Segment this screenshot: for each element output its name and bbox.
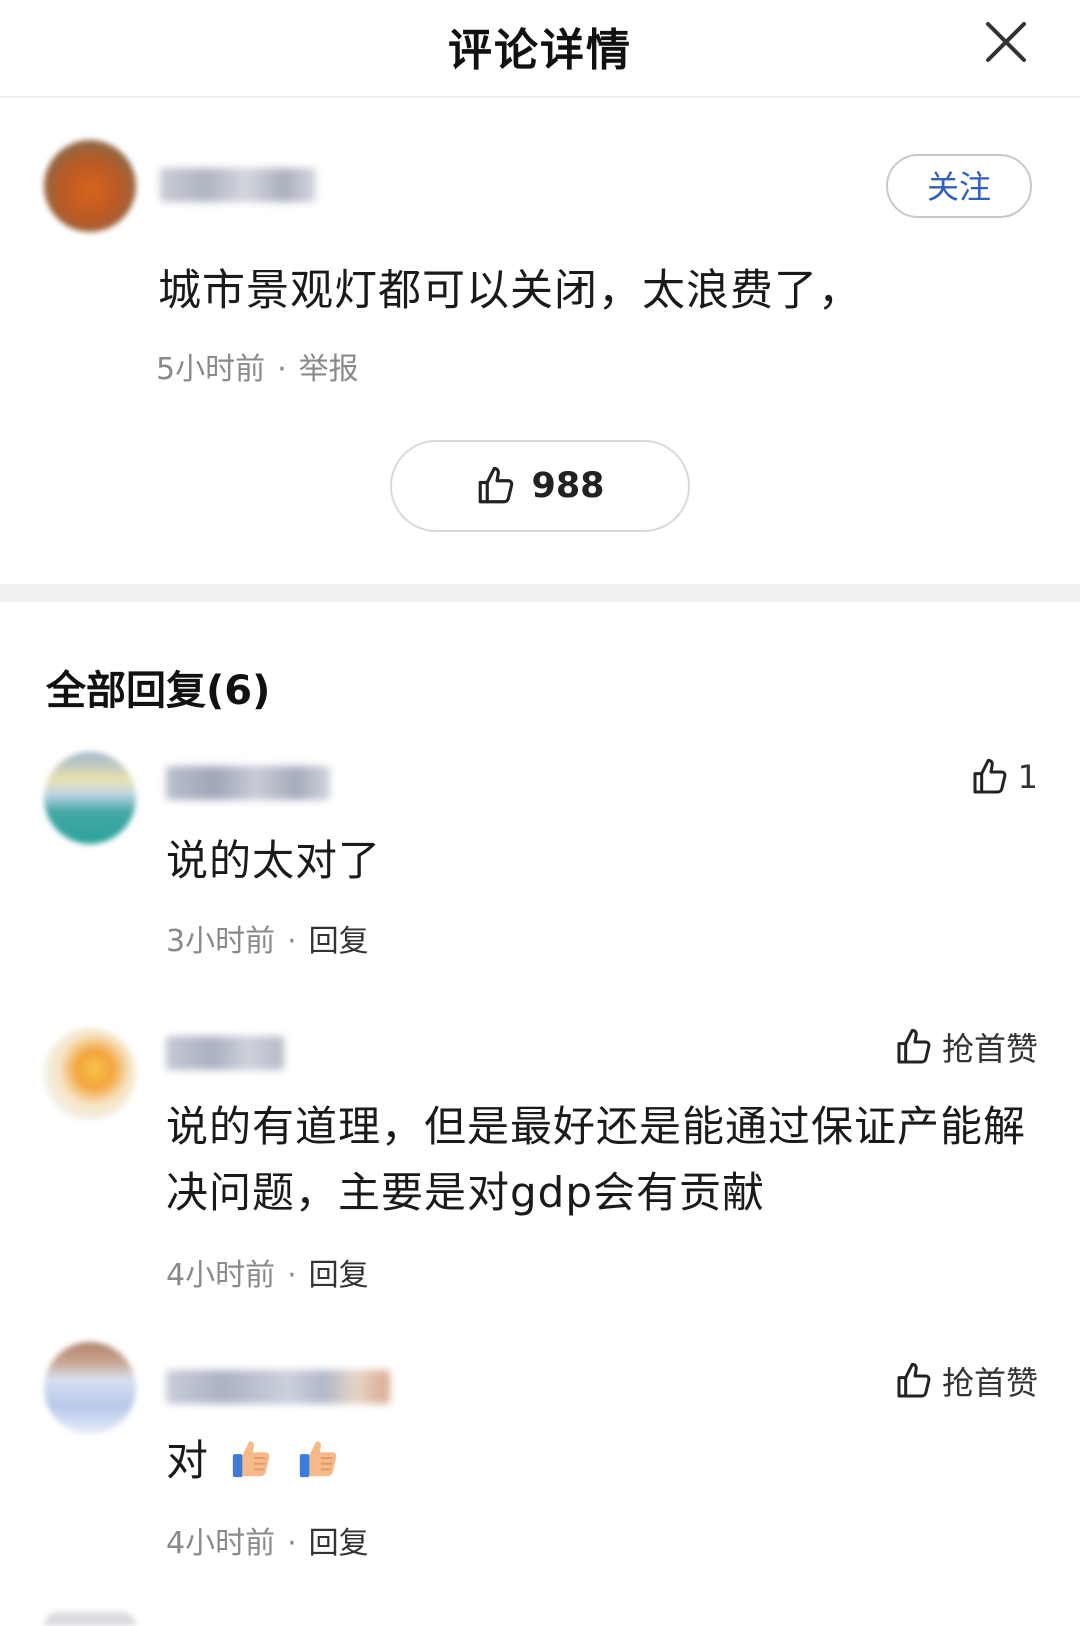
username-blurred[interactable] (166, 1036, 284, 1070)
avatar[interactable] (44, 140, 136, 232)
reply-link[interactable]: 回复 (309, 1258, 369, 1293)
username-blurred[interactable] (160, 168, 316, 202)
reply-text: 说的太对了 (166, 836, 382, 885)
reply-link[interactable]: 回复 (309, 924, 369, 959)
thumbs-up-icon (970, 757, 1010, 797)
avatar[interactable] (44, 1028, 136, 1120)
reply-like-button[interactable]: 1 (970, 757, 1038, 797)
reply-text: 说的有道理，但是最好还是能通过保证产能解决问题，主要是对gdp会有贡献 (166, 1102, 1027, 1217)
comment-time: 5小时前 (156, 352, 266, 387)
thumbs-up-icon (894, 1361, 934, 1401)
meta-separator: · (287, 1526, 297, 1561)
thumbs-up-emoji-icon (296, 1434, 342, 1480)
avatar[interactable] (44, 1612, 136, 1626)
username-blurred[interactable] (166, 1370, 390, 1404)
avatar[interactable] (44, 752, 136, 844)
reply-time: 4小时前 (166, 1258, 276, 1293)
thumbs-up-icon (894, 1027, 934, 1067)
comment-meta: 5小时前 · 举报 (156, 344, 359, 388)
report-link[interactable]: 举报 (299, 352, 359, 387)
reply-like-button[interactable]: 抢首赞 (894, 1358, 1038, 1404)
comment-text: 城市景观灯都可以关闭，太浪费了， (158, 266, 862, 316)
page-title: 评论详情 (448, 25, 632, 76)
replies-section-title: 全部回复(6) (46, 668, 271, 714)
reply-like-label: 抢首赞 (941, 1030, 1038, 1068)
reply-time: 3小时前 (166, 924, 276, 959)
like-button[interactable]: 988 (390, 440, 690, 532)
reply-text-content: 对 (166, 1436, 210, 1485)
follow-button[interactable]: 关注 (886, 154, 1032, 218)
like-count: 988 (531, 466, 605, 506)
thumbs-up-emoji-icon (229, 1434, 275, 1480)
thumbs-up-icon (475, 465, 517, 507)
reply-meta: 3小时前 · 回复 (166, 916, 369, 960)
reply-like-label: 抢首赞 (941, 1364, 1038, 1402)
username-blurred[interactable] (166, 766, 330, 800)
avatar[interactable] (44, 1342, 136, 1434)
reply-text: 对 (166, 1428, 1046, 1494)
close-icon[interactable] (982, 18, 1030, 66)
reply-meta: 4小时前 · 回复 (166, 1250, 369, 1294)
meta-separator: · (277, 352, 287, 387)
meta-separator: · (287, 924, 297, 959)
reply-link[interactable]: 回复 (309, 1526, 369, 1561)
section-divider (0, 584, 1080, 602)
reply-meta: 4小时前 · 回复 (166, 1518, 369, 1562)
top-bar: 评论详情 (0, 0, 1080, 98)
reply-like-count: 1 (1017, 758, 1038, 796)
reply-time: 4小时前 (166, 1526, 276, 1561)
meta-separator: · (287, 1258, 297, 1293)
reply-like-button[interactable]: 抢首赞 (894, 1024, 1038, 1070)
